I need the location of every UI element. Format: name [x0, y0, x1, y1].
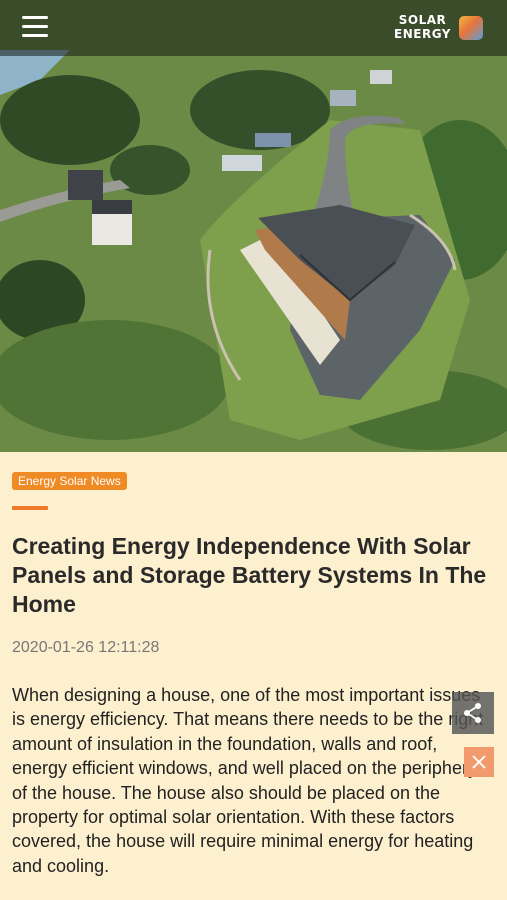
article-title: Creating Energy Independence With Solar …: [12, 533, 487, 617]
share-icon: [464, 703, 481, 723]
close-button[interactable]: [464, 747, 494, 777]
close-icon: [472, 755, 486, 769]
category-badge[interactable]: Energy Solar News: [12, 472, 127, 490]
top-bar: SOLAR ENERGY: [0, 0, 507, 56]
brand-name: SOLAR ENERGY: [394, 13, 451, 41]
app-logo-icon[interactable]: [459, 16, 483, 40]
article-body: When designing a house, one of the most …: [12, 685, 484, 876]
title-divider: [12, 506, 48, 510]
brand-line-1: SOLAR: [398, 13, 447, 27]
share-button[interactable]: [452, 692, 494, 734]
brand-line-2: ENERGY: [394, 27, 451, 41]
article-content: Energy Solar News Creating Energy Indepe…: [12, 452, 495, 878]
hamburger-menu-icon[interactable]: [22, 16, 50, 38]
hero-image: [0, 0, 507, 452]
aerial-house-photo: [0, 0, 507, 452]
article-date: 2020-01-26 12:11:28: [12, 639, 160, 656]
